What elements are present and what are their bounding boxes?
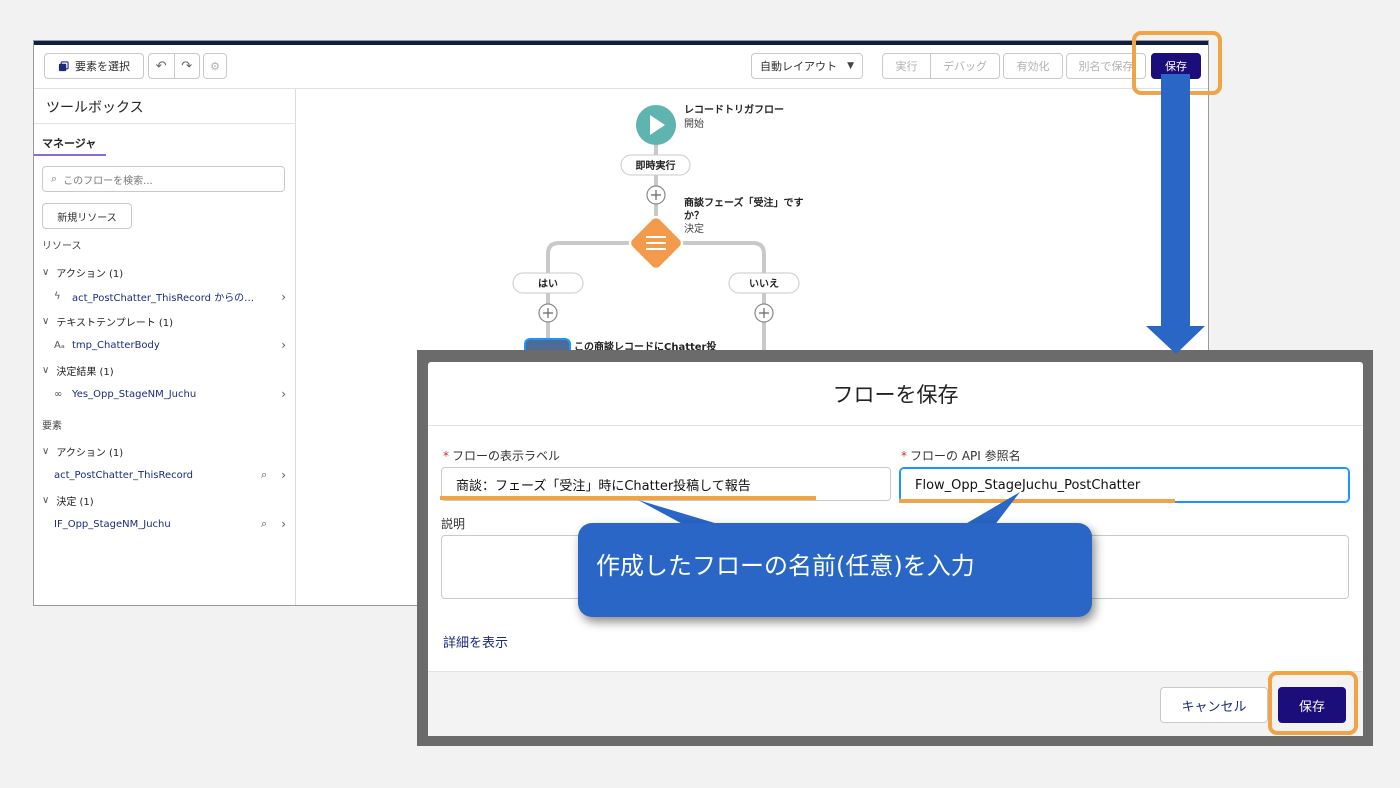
callout-pointer-right — [962, 492, 1020, 526]
instruction-callout: 作成したフローの名前(任意)を入力 — [578, 523, 1092, 617]
down-arrow-shaft — [1161, 74, 1190, 328]
instruction-callout-text: 作成したフローの名前(任意)を入力 — [596, 551, 975, 580]
annotation-overlay — [638, 74, 1205, 528]
down-arrow-head — [1146, 326, 1205, 354]
